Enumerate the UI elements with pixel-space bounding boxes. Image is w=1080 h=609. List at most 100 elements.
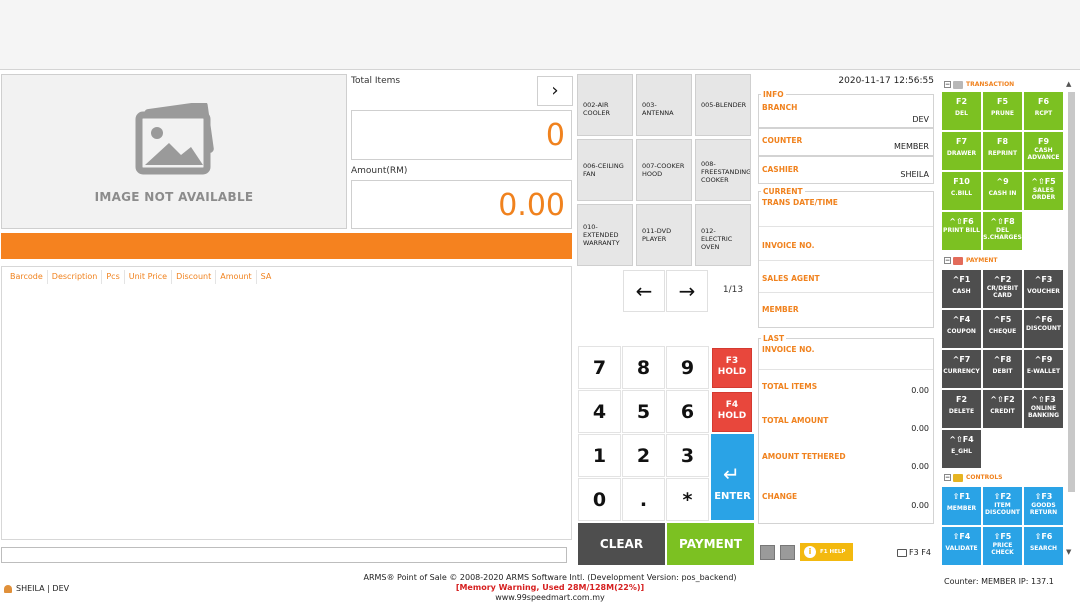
collapse-icon[interactable]: − xyxy=(944,257,951,264)
collapse-icon[interactable]: − xyxy=(944,81,951,88)
change-value: 0.00 xyxy=(911,501,929,510)
prev-page-button[interactable]: ← xyxy=(623,270,665,312)
command-input[interactable] xyxy=(1,547,567,563)
help-button[interactable]: i F1 HELP xyxy=(800,543,853,561)
ctrl-validate[interactable]: ⇧F4 VALIDATE xyxy=(942,527,981,565)
collapse-icon[interactable]: − xyxy=(944,474,951,481)
last-invoice-label: INVOICE NO. xyxy=(762,345,815,354)
hold-f4-button[interactable]: F4 HOLD xyxy=(712,392,752,432)
fkey-label: SALES ORDER xyxy=(1031,187,1056,201)
category-button[interactable]: 011-DVD PLAYER xyxy=(636,204,692,266)
fkey-drawer[interactable]: F7 DRAWER xyxy=(942,132,981,170)
category-button[interactable]: 010-EXTENDED WARRANTY xyxy=(577,204,633,266)
ctrl-search[interactable]: ⇧F6 SEARCH xyxy=(1024,527,1063,565)
fkey-label: DELETE xyxy=(948,408,975,415)
pay-voucher[interactable]: ^F3 VOUCHER xyxy=(1024,270,1063,308)
fkey-code: ⇧F6 xyxy=(1034,532,1053,541)
category-button[interactable]: 006-CEILING FAN xyxy=(577,139,633,201)
controls-section-header[interactable]: − CONTROLS xyxy=(944,473,1002,483)
fkey-code: ⇧F3 xyxy=(1034,492,1053,501)
status-square-icon[interactable] xyxy=(760,545,775,560)
fkey-prune[interactable]: F5 PRUNE xyxy=(983,92,1022,130)
fkey-sales-order[interactable]: ^⇧F5 SALES ORDER xyxy=(1024,172,1063,210)
column-barcode[interactable]: Barcode xyxy=(6,270,48,284)
category-button[interactable]: 007-COOKER HOOD xyxy=(636,139,692,201)
pay-delete[interactable]: F2 DELETE xyxy=(942,390,981,428)
fkey-cash-advance[interactable]: F9 CASH ADVANCE xyxy=(1024,132,1063,170)
key-9[interactable]: 9 xyxy=(666,346,709,389)
fkey-rcpt[interactable]: F6 RCPT xyxy=(1024,92,1063,130)
function-panel-scrollbar[interactable]: ▲ ▼ xyxy=(1066,80,1076,560)
category-button[interactable]: 005-BLENDER xyxy=(695,74,751,136)
pay-ewallet[interactable]: ^F9 E-WALLET xyxy=(1024,350,1063,388)
fkey-cash-in[interactable]: ^9 CASH IN xyxy=(983,172,1022,210)
pay-eghl[interactable]: ^⇧F4 E_GHL xyxy=(942,430,981,468)
pay-debit[interactable]: ^F8 DEBIT xyxy=(983,350,1022,388)
next-page-button[interactable]: → xyxy=(666,270,708,312)
fkey-label: PRUNE xyxy=(990,110,1014,117)
ctrl-member[interactable]: ⇧F1 MEMBER xyxy=(942,487,981,525)
scroll-thumb[interactable] xyxy=(1068,92,1075,492)
column-amount[interactable]: Amount xyxy=(216,270,257,284)
scroll-up-icon[interactable]: ▲ xyxy=(1066,80,1071,88)
enter-button[interactable]: ↵ ENTER xyxy=(711,434,754,520)
fkey-reprint[interactable]: F8 REPRINT xyxy=(983,132,1022,170)
current-transaction-group: CURRENT TRANS DATE/TIME INVOICE NO. SALE… xyxy=(758,187,934,328)
key-8[interactable]: 8 xyxy=(622,346,665,389)
clear-button[interactable]: CLEAR xyxy=(578,523,665,565)
pay-currency[interactable]: ^F7 CURRENCY xyxy=(942,350,981,388)
fkey-label: CASH xyxy=(952,288,971,295)
column-pcs[interactable]: Pcs xyxy=(102,270,125,284)
column-unit-price[interactable]: Unit Price xyxy=(125,270,173,284)
key-3[interactable]: 3 xyxy=(666,434,709,477)
status-square-icon[interactable] xyxy=(780,545,795,560)
column-discount[interactable]: Discount xyxy=(172,270,217,284)
ctrl-item-discount[interactable]: ⇧F2 ITEM DISCOUNT xyxy=(983,487,1022,525)
pay-credit[interactable]: ^⇧F2 CREDIT xyxy=(983,390,1022,428)
key-0[interactable]: 0 xyxy=(578,478,621,521)
transaction-section-header[interactable]: − TRANSACTION xyxy=(944,80,1014,90)
pay-card[interactable]: ^F2 CR/DEBIT CARD xyxy=(983,270,1022,308)
category-button[interactable]: 003-ANTENNA xyxy=(636,74,692,136)
fkey-del[interactable]: F2 DEL xyxy=(942,92,981,130)
fkey-print-bill[interactable]: ^⇧F6 PRINT BILL xyxy=(942,212,981,250)
column-sa[interactable]: SA xyxy=(257,270,276,284)
total-items-label: Total Items xyxy=(351,76,401,86)
fkey-code: ^F3 xyxy=(1034,275,1053,284)
fkey-code: ⇧F5 xyxy=(993,532,1012,541)
category-button[interactable]: 008-FREESTANDING COOKER xyxy=(695,139,751,201)
key-multiply[interactable]: * xyxy=(666,478,709,521)
pay-cash[interactable]: ^F1 CASH xyxy=(942,270,981,308)
next-arrow-button[interactable]: › xyxy=(537,76,573,106)
payment-button[interactable]: PAYMENT xyxy=(667,523,754,565)
cashier-label: CASHIER xyxy=(762,165,799,174)
scroll-down-icon[interactable]: ▼ xyxy=(1066,548,1071,556)
key-7[interactable]: 7 xyxy=(578,346,621,389)
cashier-value: SHEILA xyxy=(900,170,929,179)
pay-discount[interactable]: ^F6 DISCOUNT xyxy=(1024,310,1063,348)
printer-icon xyxy=(897,548,907,557)
key-6[interactable]: 6 xyxy=(666,390,709,433)
category-button[interactable]: 012-ELECTRIC OVEN xyxy=(695,204,751,266)
pay-coupon[interactable]: ^F4 COUPON xyxy=(942,310,981,348)
change-label: CHANGE xyxy=(762,492,798,501)
pay-online-banking[interactable]: ^⇧F3 ONLINE BANKING xyxy=(1024,390,1063,428)
key-2[interactable]: 2 xyxy=(622,434,665,477)
key-5[interactable]: 5 xyxy=(622,390,665,433)
fkey-del-scharges[interactable]: ^⇧F8 DEL S.CHARGES xyxy=(983,212,1022,250)
pay-cheque[interactable]: ^F5 CHEQUE xyxy=(983,310,1022,348)
key-4[interactable]: 4 xyxy=(578,390,621,433)
ctrl-price-check[interactable]: ⇧F5 PRICE CHECK xyxy=(983,527,1022,565)
key-decimal[interactable]: . xyxy=(622,478,665,521)
fkey-cbill[interactable]: F10 C.BILL xyxy=(942,172,981,210)
category-button[interactable]: 002-AIR COOLER xyxy=(577,74,633,136)
column-description[interactable]: Description xyxy=(48,270,103,284)
hold-f3-button[interactable]: F3 HOLD xyxy=(712,348,752,388)
key-1[interactable]: 1 xyxy=(578,434,621,477)
printer-f3f4[interactable]: F3 F4 xyxy=(897,548,931,557)
counter-value: MEMBER xyxy=(894,142,929,151)
payment-section-header[interactable]: − PAYMENT xyxy=(944,256,997,266)
total-items-info-label: TOTAL ITEMS xyxy=(762,382,818,391)
ctrl-goods-return[interactable]: ⇧F3 GOODS RETURN xyxy=(1024,487,1063,525)
items-grid[interactable]: Barcode Description Pcs Unit Price Disco… xyxy=(1,266,572,540)
